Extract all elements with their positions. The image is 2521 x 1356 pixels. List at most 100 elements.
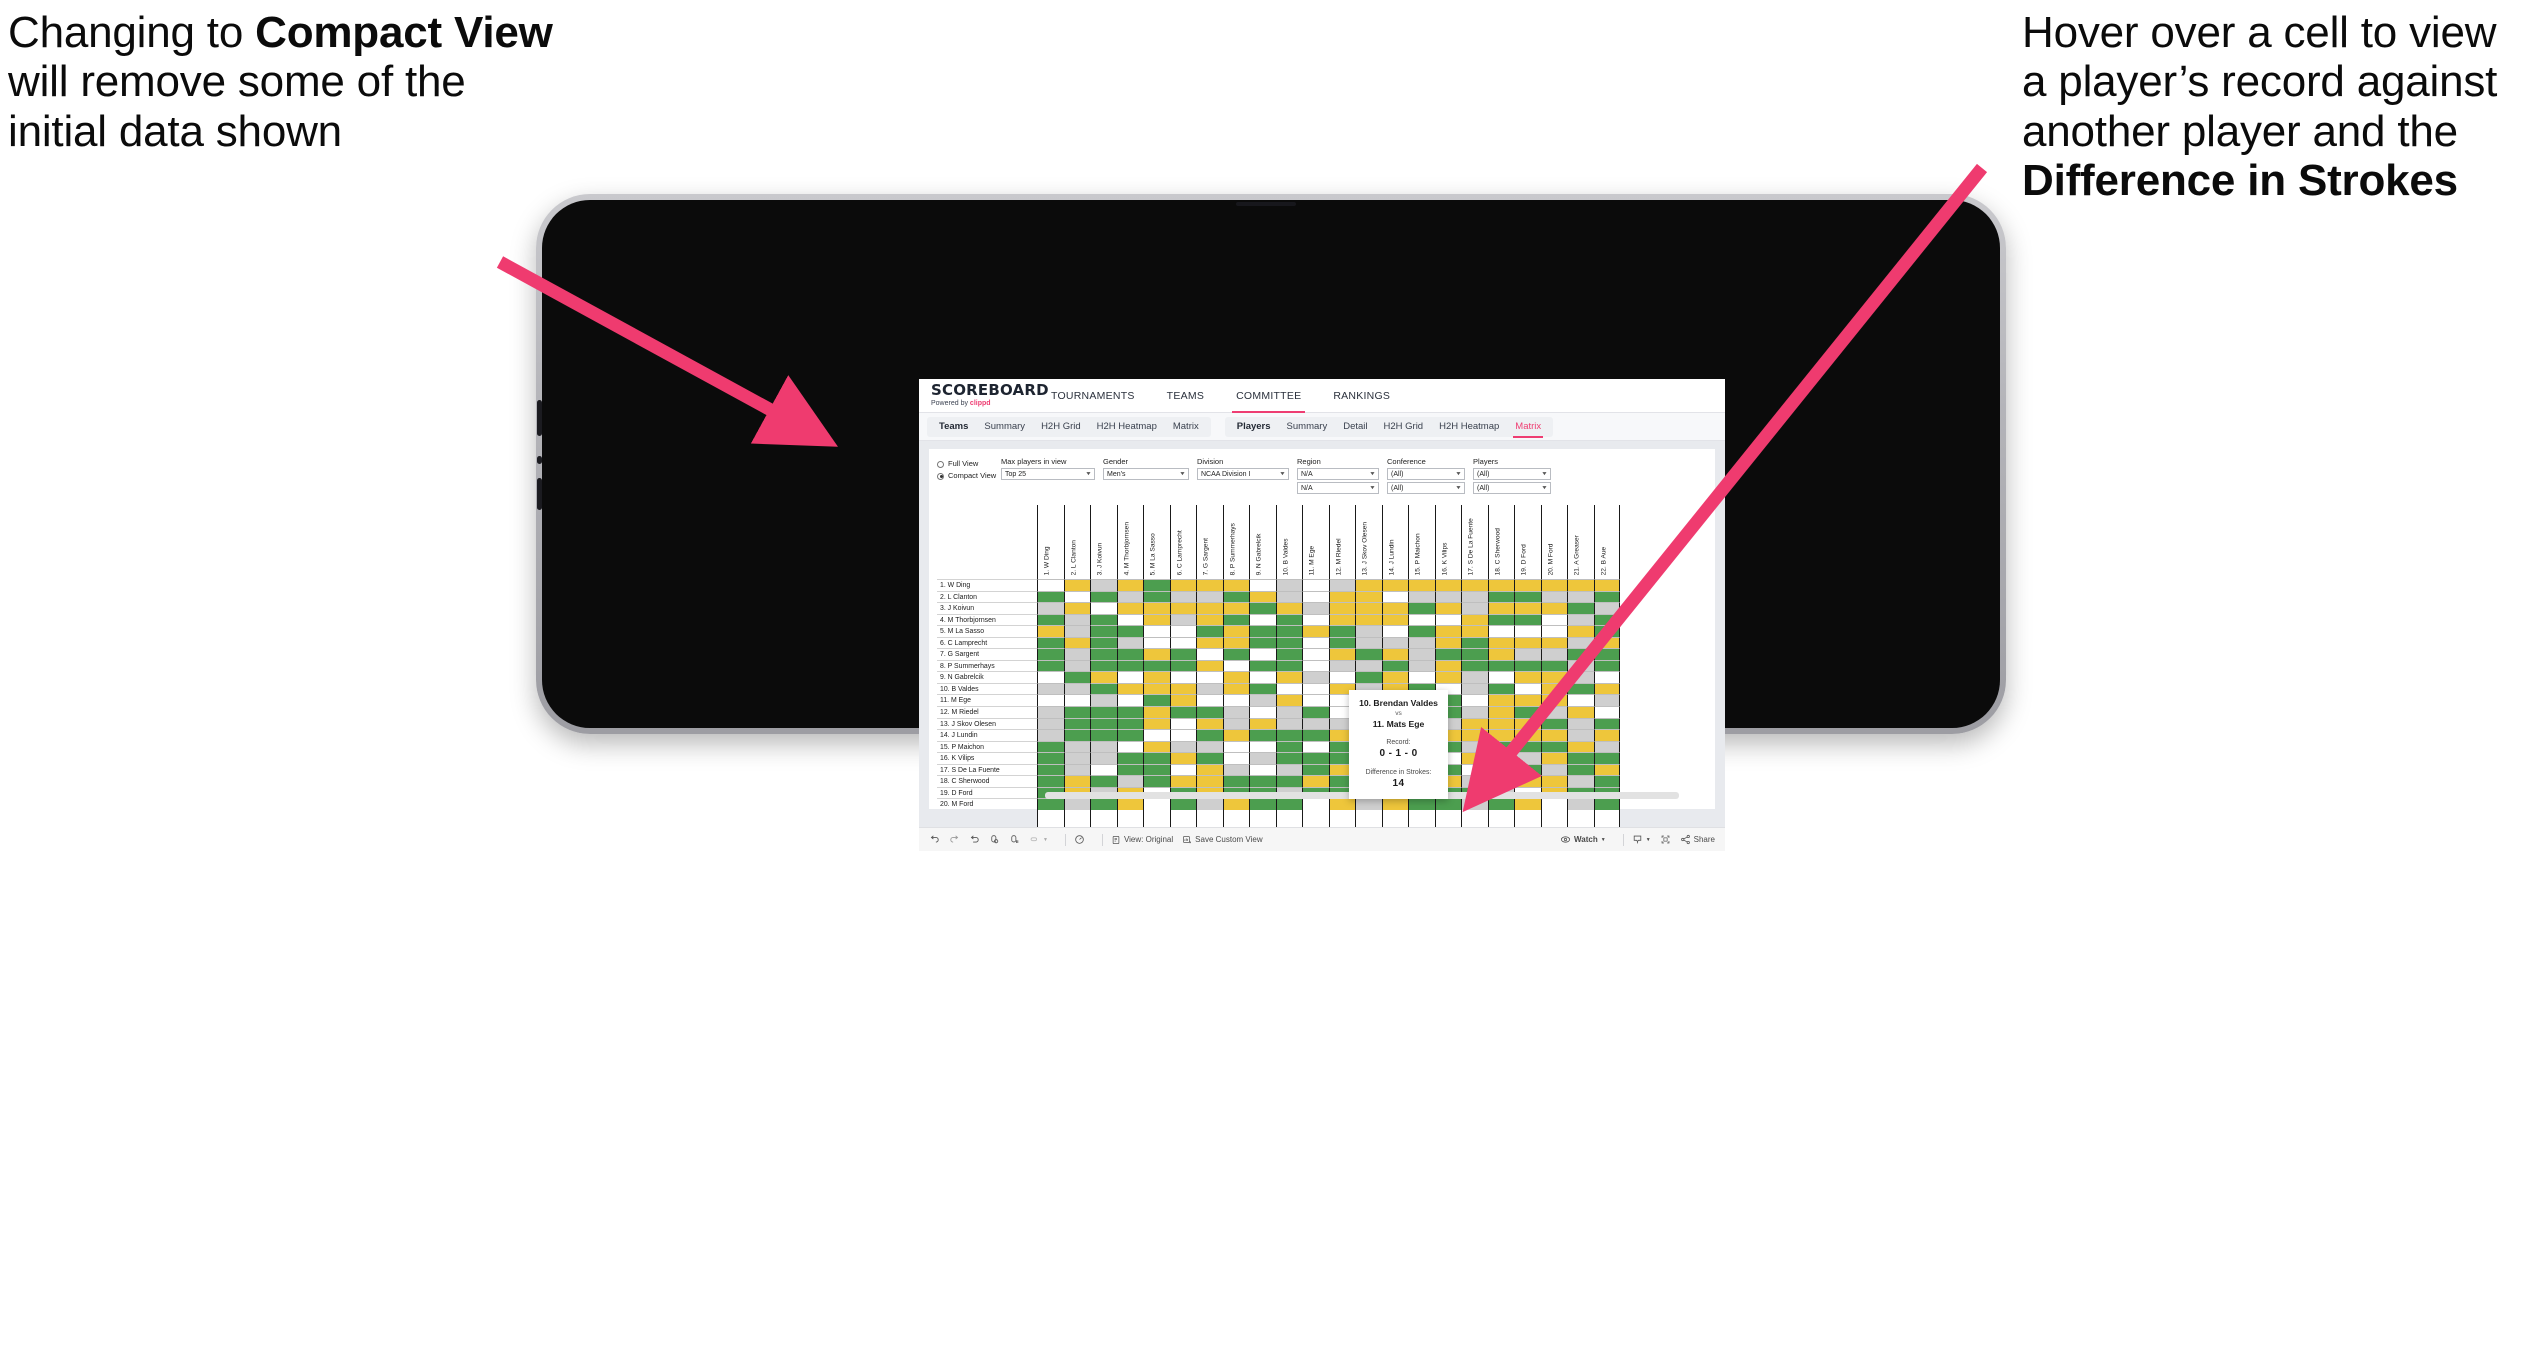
matrix-cell[interactable] <box>1461 740 1488 753</box>
matrix-cell[interactable] <box>1381 590 1408 603</box>
pause-button[interactable] <box>1009 834 1020 845</box>
matrix-cell[interactable] <box>1302 625 1329 637</box>
matrix-cell[interactable] <box>1567 659 1594 672</box>
matrix-cell[interactable] <box>1169 752 1196 764</box>
matrix-cell[interactable] <box>1275 590 1302 603</box>
matrix-cell[interactable] <box>1249 717 1276 730</box>
matrix-cell[interactable] <box>1249 579 1276 591</box>
matrix-cell[interactable] <box>1275 636 1302 649</box>
matrix-col-header[interactable]: 10. B Valdes <box>1275 505 1303 579</box>
matrix-cell[interactable] <box>1116 775 1143 787</box>
matrix-col-header[interactable]: 21. A Greaser <box>1567 505 1594 579</box>
matrix-cell[interactable] <box>1196 625 1223 637</box>
main-nav-item-teams[interactable]: TEAMS <box>1151 379 1220 413</box>
matrix-cell[interactable] <box>1302 682 1329 695</box>
matrix-cell[interactable] <box>1063 590 1090 603</box>
matrix-cell[interactable] <box>1514 763 1541 776</box>
matrix-row-header[interactable]: 19. D Ford <box>937 786 1037 799</box>
matrix-cell[interactable] <box>1169 648 1196 660</box>
matrix-cell[interactable] <box>1434 648 1461 660</box>
matrix-cell[interactable] <box>1169 579 1196 591</box>
matrix-cell[interactable] <box>1514 579 1541 591</box>
matrix-cell[interactable] <box>1593 613 1620 626</box>
matrix-row-header[interactable]: 3. J Koivun <box>937 602 1037 614</box>
matrix-cell[interactable] <box>1169 775 1196 787</box>
matrix-cell[interactable] <box>1037 648 1064 660</box>
matrix-cell[interactable] <box>1381 659 1408 672</box>
matrix-cell[interactable] <box>1434 590 1461 603</box>
matrix-cell[interactable] <box>1249 636 1276 649</box>
matrix-cell[interactable] <box>1116 636 1143 649</box>
matrix-cell[interactable] <box>1169 625 1196 637</box>
matrix-cell[interactable] <box>1116 763 1143 776</box>
matrix-cell[interactable] <box>1302 671 1329 683</box>
matrix-cell[interactable] <box>1302 717 1329 730</box>
matrix-cell[interactable] <box>1567 706 1594 718</box>
matrix-col-header[interactable]: 19. D Ford <box>1514 505 1541 579</box>
matrix-cell[interactable] <box>1408 671 1435 683</box>
matrix-cell[interactable] <box>1593 579 1620 591</box>
matrix-cell[interactable] <box>1540 590 1567 603</box>
matrix-cell[interactable] <box>1116 659 1143 672</box>
players-group-label[interactable]: Players <box>1229 421 1279 432</box>
matrix-cell[interactable] <box>1487 717 1514 730</box>
view-mode-radio-group[interactable]: Full View Compact View <box>937 457 1001 483</box>
matrix-cell[interactable] <box>1169 590 1196 603</box>
matrix-cell[interactable] <box>1514 706 1541 718</box>
watch-button[interactable]: Watch ▼ <box>1560 834 1606 845</box>
tab-players-detail[interactable]: Detail <box>1335 417 1375 437</box>
matrix-cell[interactable] <box>1408 579 1435 591</box>
matrix-cell[interactable] <box>1593 798 1620 810</box>
matrix-cell[interactable] <box>1116 717 1143 730</box>
matrix-cell[interactable] <box>1090 729 1117 741</box>
matrix-cell[interactable] <box>1222 729 1249 741</box>
matrix-cell[interactable] <box>1037 636 1064 649</box>
matrix-cell[interactable] <box>1116 602 1143 614</box>
matrix-cell[interactable] <box>1461 694 1488 707</box>
matrix-cell[interactable] <box>1090 579 1117 591</box>
matrix-row-header[interactable]: 14. J Lundin <box>937 729 1037 741</box>
matrix-cell[interactable] <box>1461 625 1488 637</box>
matrix-cell[interactable] <box>1381 579 1408 591</box>
matrix-cell[interactable] <box>1090 682 1117 695</box>
matrix-cell[interactable] <box>1169 740 1196 753</box>
matrix-cell[interactable] <box>1116 671 1143 683</box>
matrix-cell[interactable] <box>1381 798 1408 810</box>
matrix-cell[interactable] <box>1275 648 1302 660</box>
matrix-cell[interactable] <box>1143 579 1170 591</box>
matrix-cell[interactable] <box>1037 775 1064 787</box>
matrix-cell[interactable] <box>1540 625 1567 637</box>
matrix-cell[interactable] <box>1143 798 1170 810</box>
matrix-cell[interactable] <box>1328 625 1355 637</box>
matrix-cell[interactable] <box>1037 798 1064 810</box>
matrix-cell[interactable] <box>1567 740 1594 753</box>
matrix-cell[interactable] <box>1275 602 1302 614</box>
select-division[interactable]: NCAA Division I ▼ <box>1197 468 1289 480</box>
matrix-cell[interactable] <box>1593 671 1620 683</box>
matrix-cell[interactable] <box>1116 648 1143 660</box>
matrix-cell[interactable] <box>1408 636 1435 649</box>
matrix-cell[interactable] <box>1487 763 1514 776</box>
matrix-cell[interactable] <box>1116 694 1143 707</box>
matrix-cell[interactable] <box>1222 659 1249 672</box>
matrix-cell[interactable] <box>1196 763 1223 776</box>
matrix-row-header[interactable]: 6. C Lamprecht <box>937 636 1037 649</box>
matrix-col-header[interactable]: 6. C Lamprecht <box>1169 505 1197 579</box>
help-button[interactable] <box>1074 834 1085 845</box>
undo-button[interactable] <box>929 834 940 845</box>
matrix-cell[interactable] <box>1355 613 1382 626</box>
matrix-cell[interactable] <box>1037 613 1064 626</box>
matrix-cell[interactable] <box>1302 798 1329 810</box>
matrix-cell[interactable] <box>1116 798 1143 810</box>
tab-teams-summary[interactable]: Summary <box>976 417 1033 437</box>
matrix-cell[interactable] <box>1090 717 1117 730</box>
matrix-cell[interactable] <box>1302 659 1329 672</box>
matrix-cell[interactable] <box>1328 671 1355 683</box>
matrix-cell[interactable] <box>1593 706 1620 718</box>
select-region[interactable]: N/A ▼ <box>1297 468 1379 480</box>
matrix-cell[interactable] <box>1381 671 1408 683</box>
matrix-cell[interactable] <box>1169 671 1196 683</box>
matrix-cell[interactable] <box>1355 659 1382 672</box>
main-nav-item-tournaments[interactable]: TOURNAMENTS <box>1035 379 1151 413</box>
device-button-volume-down[interactable] <box>537 478 542 510</box>
